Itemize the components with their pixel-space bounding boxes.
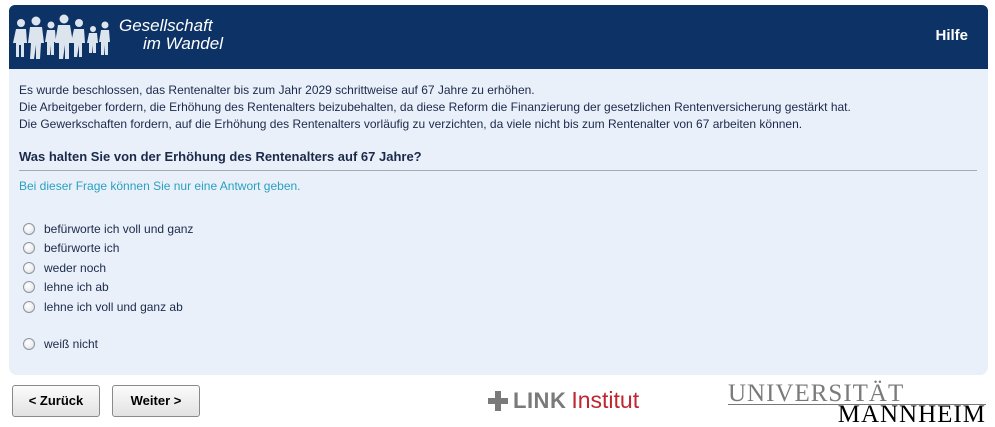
people-silhouette-icon [13, 14, 110, 59]
option-befuerworten[interactable]: befürworte ich [23, 239, 193, 259]
option-weder-noch[interactable]: weder noch [23, 258, 193, 278]
option-ablehnen[interactable]: lehne ich ab [23, 278, 193, 298]
link-word: LINK [513, 387, 567, 413]
gesellschaft-im-wandel-logo: Gesellschaft im Wandel [9, 5, 259, 69]
next-button[interactable]: Weiter > [112, 385, 200, 417]
radio-button[interactable] [23, 338, 35, 351]
uni-line2: MANNHEIM [837, 401, 986, 427]
question-panel: Es wurde beschlossen, das Rentenalter bi… [9, 69, 988, 375]
link-institut-logo: LINK Institut [488, 387, 639, 414]
intro-text: Es wurde beschlossen, das Rentenalter bi… [19, 82, 979, 133]
radio-button[interactable] [23, 281, 35, 294]
radio-button[interactable] [23, 300, 35, 313]
logo-text: Gesellschaft im Wandel [119, 17, 223, 53]
answer-hint: Bei dieser Frage können Sie nur eine Ant… [19, 179, 301, 193]
question-text: Was halten Sie von der Erhöhung des Rent… [19, 149, 422, 164]
radio-button[interactable] [23, 242, 35, 255]
survey-header: Gesellschaft im Wandel Hilfe [9, 5, 988, 69]
option-label: weder noch [44, 260, 107, 275]
option-label: lehne ich ab [44, 280, 109, 295]
link-institut-word: Institut [571, 387, 640, 413]
question-divider [19, 170, 977, 171]
logo-line2: im Wandel [143, 34, 223, 53]
plus-icon [488, 390, 508, 411]
intro-line-1: Es wurde beschlossen, das Rentenalter bi… [19, 83, 535, 97]
universitaet-mannheim-logo: UNIVERSITÄT MANNHEIM [728, 380, 986, 427]
intro-line-2: Die Arbeitgeber fordern, die Erhöhung de… [19, 100, 851, 114]
option-label: befürworte ich voll und ganz [44, 221, 194, 236]
back-button[interactable]: < Zurück [12, 385, 100, 417]
answer-options: befürworte ich voll und ganz befürworte … [23, 219, 193, 354]
radio-button[interactable] [23, 261, 35, 274]
option-label: lehne ich voll und ganz ab [44, 299, 183, 314]
help-link[interactable]: Hilfe [935, 27, 968, 44]
logo-line1: Gesellschaft [119, 16, 213, 35]
option-voll-und-ganz-befuerworten[interactable]: befürworte ich voll und ganz [23, 219, 193, 239]
option-label: weiß nicht [44, 337, 99, 352]
option-label: befürworte ich [44, 241, 120, 256]
option-voll-und-ganz-ablehnen[interactable]: lehne ich voll und ganz ab [23, 297, 193, 317]
intro-line-3: Die Gewerkschaften fordern, auf die Erhö… [19, 117, 803, 131]
option-weiss-nicht[interactable]: weiß nicht [23, 335, 193, 355]
radio-button[interactable] [23, 222, 35, 235]
